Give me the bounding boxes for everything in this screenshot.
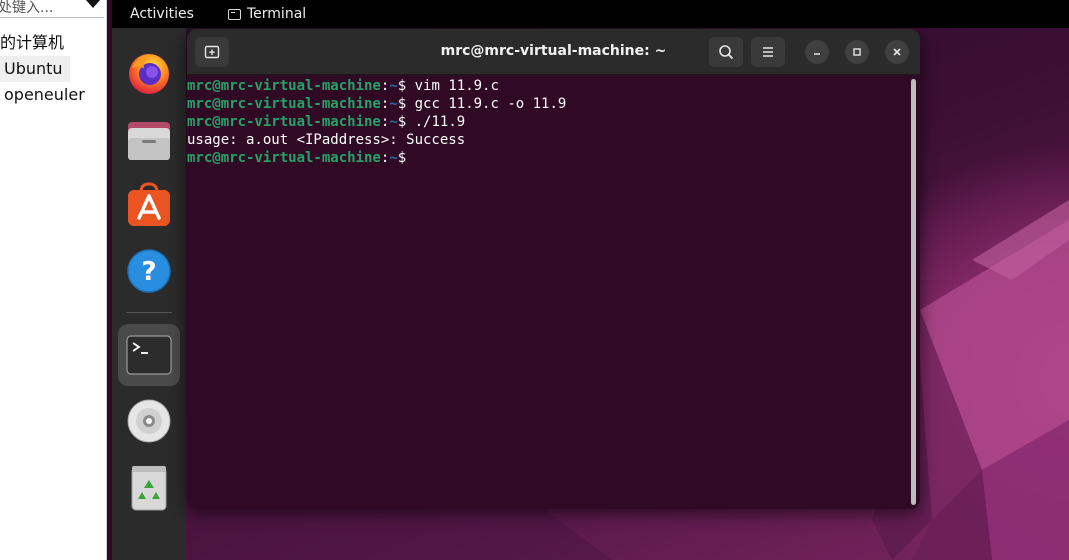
menu-button[interactable] — [751, 37, 785, 67]
prompt-symbol: $ — [397, 96, 407, 112]
terminal-output-line: usage: a.out <IPaddress>: Success — [187, 132, 466, 148]
terminal-icon — [126, 335, 172, 375]
trash-icon — [131, 466, 167, 511]
dock-item-firefox[interactable] — [120, 44, 178, 102]
host-vm-list: 的计算机 Ubuntu openeuler — [0, 30, 106, 108]
maximize-button[interactable] — [845, 40, 869, 64]
dock-separator — [126, 312, 172, 313]
dock: ? — [112, 28, 186, 560]
close-button[interactable] — [885, 40, 909, 64]
search-button[interactable] — [709, 37, 743, 67]
app-menu-terminal[interactable]: Terminal — [228, 0, 306, 28]
host-search-combobox[interactable]: 处键入... — [0, 0, 104, 18]
dock-item-terminal[interactable] — [118, 324, 180, 386]
dock-item-help[interactable]: ? — [120, 242, 178, 300]
app-menu-label: Terminal — [247, 6, 307, 22]
terminal-small-icon — [228, 8, 241, 20]
host-search-placeholder: 处键入... — [0, 0, 54, 16]
terminal-output[interactable]: mrc@mrc-virtual-machine:~$ vim 11.9.c mr… — [187, 75, 920, 509]
dock-item-files[interactable] — [120, 110, 178, 168]
prompt-path: ~ — [389, 78, 398, 94]
dock-item-dvd[interactable] — [120, 392, 178, 450]
search-icon — [719, 45, 734, 60]
app-center-icon — [128, 182, 170, 226]
terminal-scrollbar[interactable] — [911, 79, 916, 505]
top-bar: Activities Terminal — [112, 0, 1069, 28]
host-list-item-my-computer[interactable]: 的计算机 — [0, 30, 106, 56]
prompt-path: ~ — [389, 114, 398, 130]
prompt-symbol: $ — [397, 150, 407, 166]
maximize-icon — [853, 48, 861, 56]
prompt-symbol: $ — [397, 114, 407, 130]
minimize-button[interactable] — [805, 40, 829, 64]
prompt-symbol: $ — [397, 78, 407, 94]
minimize-icon — [814, 53, 820, 55]
terminal-window[interactable]: mrc@mrc-virtual-machine: ~ mrc@mrc-virtu… — [187, 29, 920, 509]
close-icon — [893, 48, 901, 56]
help-icon: ? — [127, 249, 171, 293]
terminal-line: mrc@mrc-virtual-machine:~$ vim 11.9.c — [187, 77, 920, 95]
terminal-headerbar[interactable]: mrc@mrc-virtual-machine: ~ — [187, 29, 920, 75]
dock-item-trash[interactable] — [120, 458, 178, 516]
svg-text:?: ? — [141, 257, 156, 287]
host-side-panel: 处键入... 的计算机 Ubuntu openeuler — [0, 0, 107, 560]
dropdown-arrow-icon[interactable] — [86, 0, 100, 8]
dvd-icon — [127, 399, 171, 443]
host-list-item-openeuler[interactable]: openeuler — [0, 82, 106, 108]
terminal-line: mrc@mrc-virtual-machine:~$ ./11.9 — [187, 113, 920, 131]
activities-button[interactable]: Activities — [130, 0, 194, 28]
terminal-line: mrc@mrc-virtual-machine:~$ gcc 11.9.c -o… — [187, 95, 920, 113]
prompt-path: ~ — [389, 96, 398, 112]
command-text: ./11.9 — [406, 114, 466, 130]
command-text: gcc 11.9.c -o 11.9 — [406, 96, 567, 112]
command-text: vim 11.9.c — [406, 78, 499, 94]
prompt-path: ~ — [389, 150, 398, 166]
prompt-user: mrc@mrc-virtual-machine — [187, 150, 381, 166]
files-icon — [128, 122, 170, 160]
prompt-user: mrc@mrc-virtual-machine — [187, 114, 381, 130]
prompt-user: mrc@mrc-virtual-machine — [187, 96, 381, 112]
prompt-user: mrc@mrc-virtual-machine — [187, 78, 381, 94]
firefox-icon — [129, 54, 169, 94]
hamburger-menu-icon — [763, 47, 773, 57]
host-list-item-ubuntu[interactable]: Ubuntu — [0, 56, 70, 82]
dock-item-app-center[interactable] — [120, 176, 178, 234]
terminal-line: mrc@mrc-virtual-machine:~$ — [187, 149, 920, 167]
